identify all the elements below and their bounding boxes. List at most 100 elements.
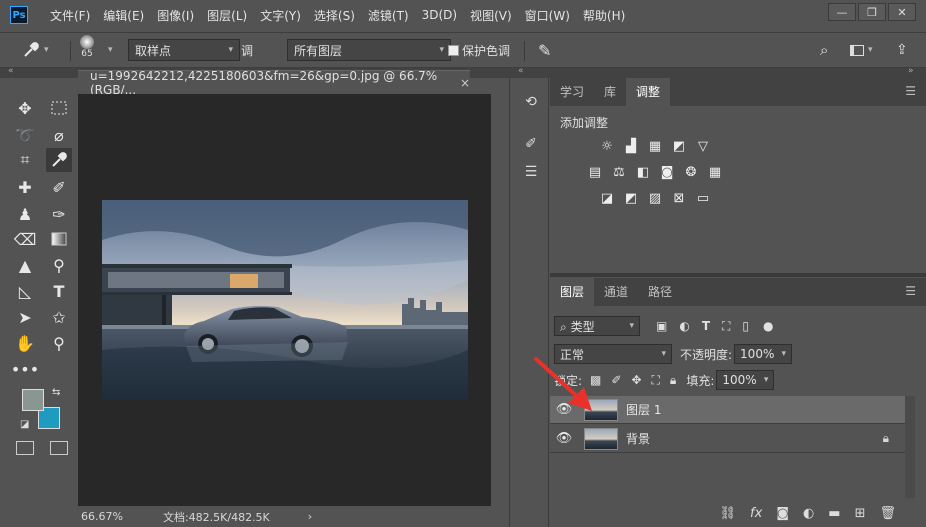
eraser-icon[interactable]: ⌫ bbox=[12, 227, 38, 251]
black-white-icon[interactable]: ◧ bbox=[634, 164, 652, 180]
tab-adjustments[interactable]: 调整 bbox=[626, 78, 671, 106]
menu-filter[interactable]: 滤镜(T) bbox=[368, 7, 409, 24]
lock-artboard-icon[interactable]: ⛶ bbox=[652, 373, 660, 388]
move-icon[interactable]: ✥ bbox=[12, 96, 38, 120]
menu-layer[interactable]: 图层(L) bbox=[207, 7, 247, 24]
hand-icon[interactable]: ✋ bbox=[12, 331, 38, 355]
quick-select-icon[interactable]: ⌀ bbox=[46, 123, 72, 147]
share-icon[interactable]: ⇪ bbox=[896, 39, 908, 61]
layer-row[interactable]: 👁︎ 背景 🔒︎ bbox=[550, 425, 905, 453]
chevron-down-icon[interactable]: ▾ bbox=[108, 39, 113, 61]
brush-size-picker[interactable]: 65 bbox=[80, 35, 94, 65]
close-button[interactable]: ✕ bbox=[888, 3, 916, 21]
layer-kind-filter[interactable]: ⌕ 类型 ▾ bbox=[554, 316, 640, 336]
visibility-eye-icon[interactable]: 👁︎ bbox=[550, 431, 578, 446]
tool-preset-picker[interactable]: ▾ bbox=[22, 39, 49, 61]
vibrance-icon[interactable]: ▽ bbox=[694, 138, 712, 154]
menu-view[interactable]: 视图(V) bbox=[470, 7, 512, 24]
menu-3d[interactable]: 3D(D) bbox=[422, 8, 457, 22]
opacity-field[interactable]: 100% ▾ bbox=[734, 344, 793, 364]
panel-menu-icon[interactable]: ☰ bbox=[905, 84, 916, 98]
selective-color-icon[interactable]: ⊠ bbox=[670, 190, 688, 206]
foreground-color-swatch[interactable] bbox=[22, 389, 44, 411]
menu-image[interactable]: 图像(I) bbox=[157, 7, 194, 24]
pen-icon[interactable]: ◺ bbox=[12, 279, 38, 303]
new-group-icon[interactable]: ▬ bbox=[828, 506, 840, 521]
eyedropper-icon[interactable] bbox=[46, 148, 72, 172]
tab-paths[interactable]: 路径 bbox=[638, 278, 682, 306]
crop-icon[interactable]: ⌗ bbox=[12, 148, 38, 172]
sample-size-select[interactable]: 取样点 ▾ bbox=[128, 39, 240, 61]
type-icon[interactable]: T bbox=[46, 279, 72, 303]
photo-filter-icon[interactable]: ◙ bbox=[658, 164, 676, 180]
document-tab[interactable]: u=1992642212,4225180603&fm=26&gp=0.jpg @… bbox=[78, 69, 470, 97]
lock-position-icon[interactable]: ✥ bbox=[631, 373, 641, 387]
history-panel-icon[interactable]: ⟲ bbox=[521, 92, 541, 112]
posterize-icon[interactable]: ◩ bbox=[622, 190, 640, 206]
panel-menu-icon[interactable]: ☰ bbox=[905, 284, 916, 298]
gradient-map-icon[interactable]: ▭ bbox=[694, 190, 712, 206]
dodge-icon[interactable]: ⚲ bbox=[46, 253, 72, 277]
tab-channels[interactable]: 通道 bbox=[594, 278, 638, 306]
healing-icon[interactable]: ✚ bbox=[12, 175, 38, 199]
layers-scrollbar[interactable] bbox=[905, 396, 915, 498]
sample-layers-select[interactable]: 所有图层 ▾ bbox=[287, 39, 451, 61]
swap-colors-icon[interactable]: ⇆ bbox=[52, 387, 60, 398]
menu-edit[interactable]: 编辑(E) bbox=[103, 7, 144, 24]
menu-type[interactable]: 文字(Y) bbox=[260, 7, 301, 24]
hue-saturation-icon[interactable]: ▤ bbox=[586, 164, 604, 180]
menu-help[interactable]: 帮助(H) bbox=[583, 7, 625, 24]
new-layer-icon[interactable]: ⊞ bbox=[855, 506, 866, 521]
smart-object-filter-icon[interactable]: ▯ bbox=[742, 319, 749, 333]
color-balance-icon[interactable]: ⚖ bbox=[610, 164, 628, 180]
properties-icon[interactable]: ☰ bbox=[521, 162, 541, 182]
shape-icon[interactable]: ✩ bbox=[46, 305, 72, 329]
type-filter-icon[interactable]: T bbox=[702, 319, 710, 333]
add-mask-icon[interactable]: ◙ bbox=[776, 506, 789, 521]
more-tools-icon[interactable]: ••• bbox=[11, 357, 39, 381]
zoom-level[interactable]: 66.67% bbox=[81, 510, 123, 523]
layer-name[interactable]: 图层 1 bbox=[626, 401, 661, 418]
pressure-icon[interactable]: ✎ bbox=[538, 39, 551, 61]
layer-name[interactable]: 背景 bbox=[626, 430, 650, 447]
threshold-icon[interactable]: ▨ bbox=[646, 190, 664, 206]
collapse-arrows-icon[interactable]: « bbox=[8, 66, 14, 76]
minimize-button[interactable]: — bbox=[828, 3, 856, 21]
tab-layers[interactable]: 图层 bbox=[550, 278, 595, 306]
brush-icon[interactable]: ✐ bbox=[46, 175, 72, 199]
default-colors-icon[interactable]: ◪ bbox=[20, 419, 29, 430]
path-select-icon[interactable]: ➤ bbox=[12, 305, 38, 329]
link-layers-icon[interactable]: ⛓ bbox=[720, 506, 737, 521]
status-menu-arrow[interactable]: › bbox=[308, 510, 312, 523]
color-lookup-icon[interactable]: ▦ bbox=[706, 164, 724, 180]
curves-icon[interactable]: ▦ bbox=[646, 138, 664, 154]
shape-filter-icon[interactable]: ⛶ bbox=[722, 319, 730, 334]
menu-window[interactable]: 窗口(W) bbox=[525, 7, 570, 24]
lock-all-icon[interactable]: 🔒︎ bbox=[670, 373, 676, 388]
restore-button[interactable]: ❐ bbox=[858, 3, 886, 21]
menu-select[interactable]: 选择(S) bbox=[314, 7, 355, 24]
workspace-icon[interactable]: ▾ bbox=[850, 39, 873, 61]
history-brush-icon[interactable]: ✑ bbox=[46, 202, 72, 226]
lock-image-icon[interactable]: ✐ bbox=[611, 373, 621, 387]
lasso-icon[interactable]: ➰ bbox=[12, 123, 38, 147]
collapse-arrows-icon[interactable]: « bbox=[518, 66, 524, 76]
brightness-contrast-icon[interactable]: ☼ bbox=[598, 138, 616, 154]
layer-style-icon[interactable]: fx bbox=[750, 506, 762, 521]
layer-row[interactable]: 👁︎ 图层 1 bbox=[550, 396, 905, 424]
screen-mode-icon[interactable] bbox=[50, 441, 68, 455]
adjustment-layer-icon[interactable]: ◐ bbox=[803, 506, 814, 521]
gradient-icon[interactable] bbox=[46, 227, 72, 251]
adjustment-filter-icon[interactable]: ◐ bbox=[679, 319, 689, 333]
brush-settings-icon[interactable]: ✐ bbox=[521, 134, 541, 154]
tab-learn[interactable]: 学习 bbox=[550, 78, 594, 106]
search-icon[interactable]: ⌕ bbox=[820, 39, 828, 61]
menu-file[interactable]: 文件(F) bbox=[50, 7, 90, 24]
pixel-filter-icon[interactable]: ▣ bbox=[656, 319, 667, 333]
delete-layer-icon[interactable]: 🗑︎ bbox=[879, 506, 896, 521]
stamp-icon[interactable]: ♟ bbox=[12, 202, 38, 226]
protect-tones-checkbox[interactable]: 保护色调 bbox=[448, 39, 510, 61]
levels-icon[interactable]: ▟ bbox=[622, 138, 640, 154]
zoom-icon[interactable]: ⚲ bbox=[46, 331, 72, 355]
exposure-icon[interactable]: ◩ bbox=[670, 138, 688, 154]
